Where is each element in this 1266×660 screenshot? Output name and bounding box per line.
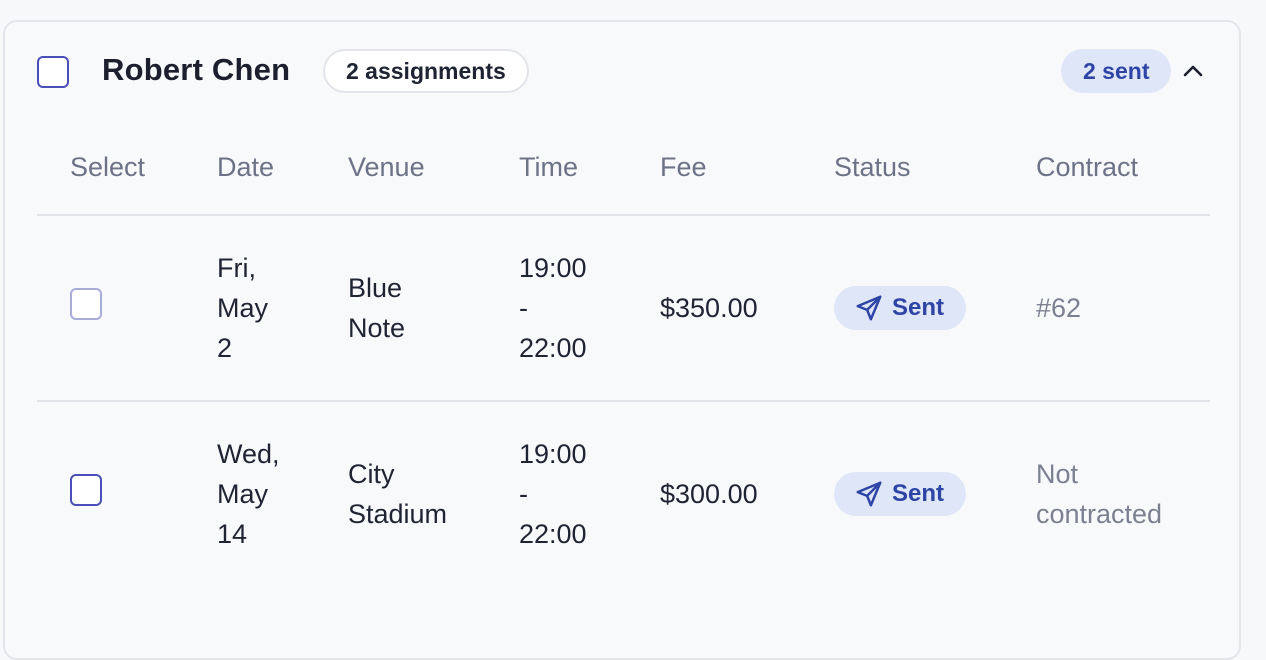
status-badge: Sent xyxy=(834,472,967,516)
date-cell: Fri, May 2 xyxy=(217,253,269,363)
contract-cell: Not contracted xyxy=(1036,459,1163,529)
time-cell: 19:00 - 22:00 xyxy=(519,253,587,363)
column-header-contract: Contract xyxy=(1036,152,1139,182)
send-icon xyxy=(856,481,882,507)
fee-cell: $350.00 xyxy=(660,293,758,323)
column-header-select: Select xyxy=(70,152,146,182)
performer-name: Robert Chen xyxy=(102,52,291,87)
time-cell: 19:00 - 22:00 xyxy=(519,439,587,549)
chevron-up-icon[interactable] xyxy=(1180,58,1206,84)
contract-cell: #62 xyxy=(1036,293,1082,323)
status-label: Sent xyxy=(892,294,945,321)
group-header[interactable]: Robert Chen 2 assignments 2 sent xyxy=(5,22,1239,122)
column-header-time: Time xyxy=(519,152,578,182)
date-cell: Wed, May 14 xyxy=(217,439,280,549)
row-select-checkbox[interactable] xyxy=(70,474,102,506)
venue-cell: City Stadium xyxy=(348,459,448,529)
status-label: Sent xyxy=(892,480,945,507)
group-select-checkbox[interactable] xyxy=(37,56,69,88)
row-divider xyxy=(37,400,1210,402)
column-header-fee: Fee xyxy=(660,152,707,182)
venue-cell: Blue Note xyxy=(348,273,406,343)
column-header-venue: Venue xyxy=(348,152,425,182)
fee-cell: $300.00 xyxy=(660,479,758,509)
sent-summary-badge: 2 sent xyxy=(1061,49,1172,93)
header-divider xyxy=(37,214,1210,216)
assignment-group-card: Robert Chen 2 assignments 2 sent Select … xyxy=(3,20,1241,660)
row-select-checkbox[interactable] xyxy=(70,288,102,320)
column-header-date: Date xyxy=(217,152,275,182)
status-badge: Sent xyxy=(834,286,967,330)
assignment-count-badge: 2 assignments xyxy=(323,49,529,93)
send-icon xyxy=(856,295,882,321)
column-header-status: Status xyxy=(834,152,911,182)
